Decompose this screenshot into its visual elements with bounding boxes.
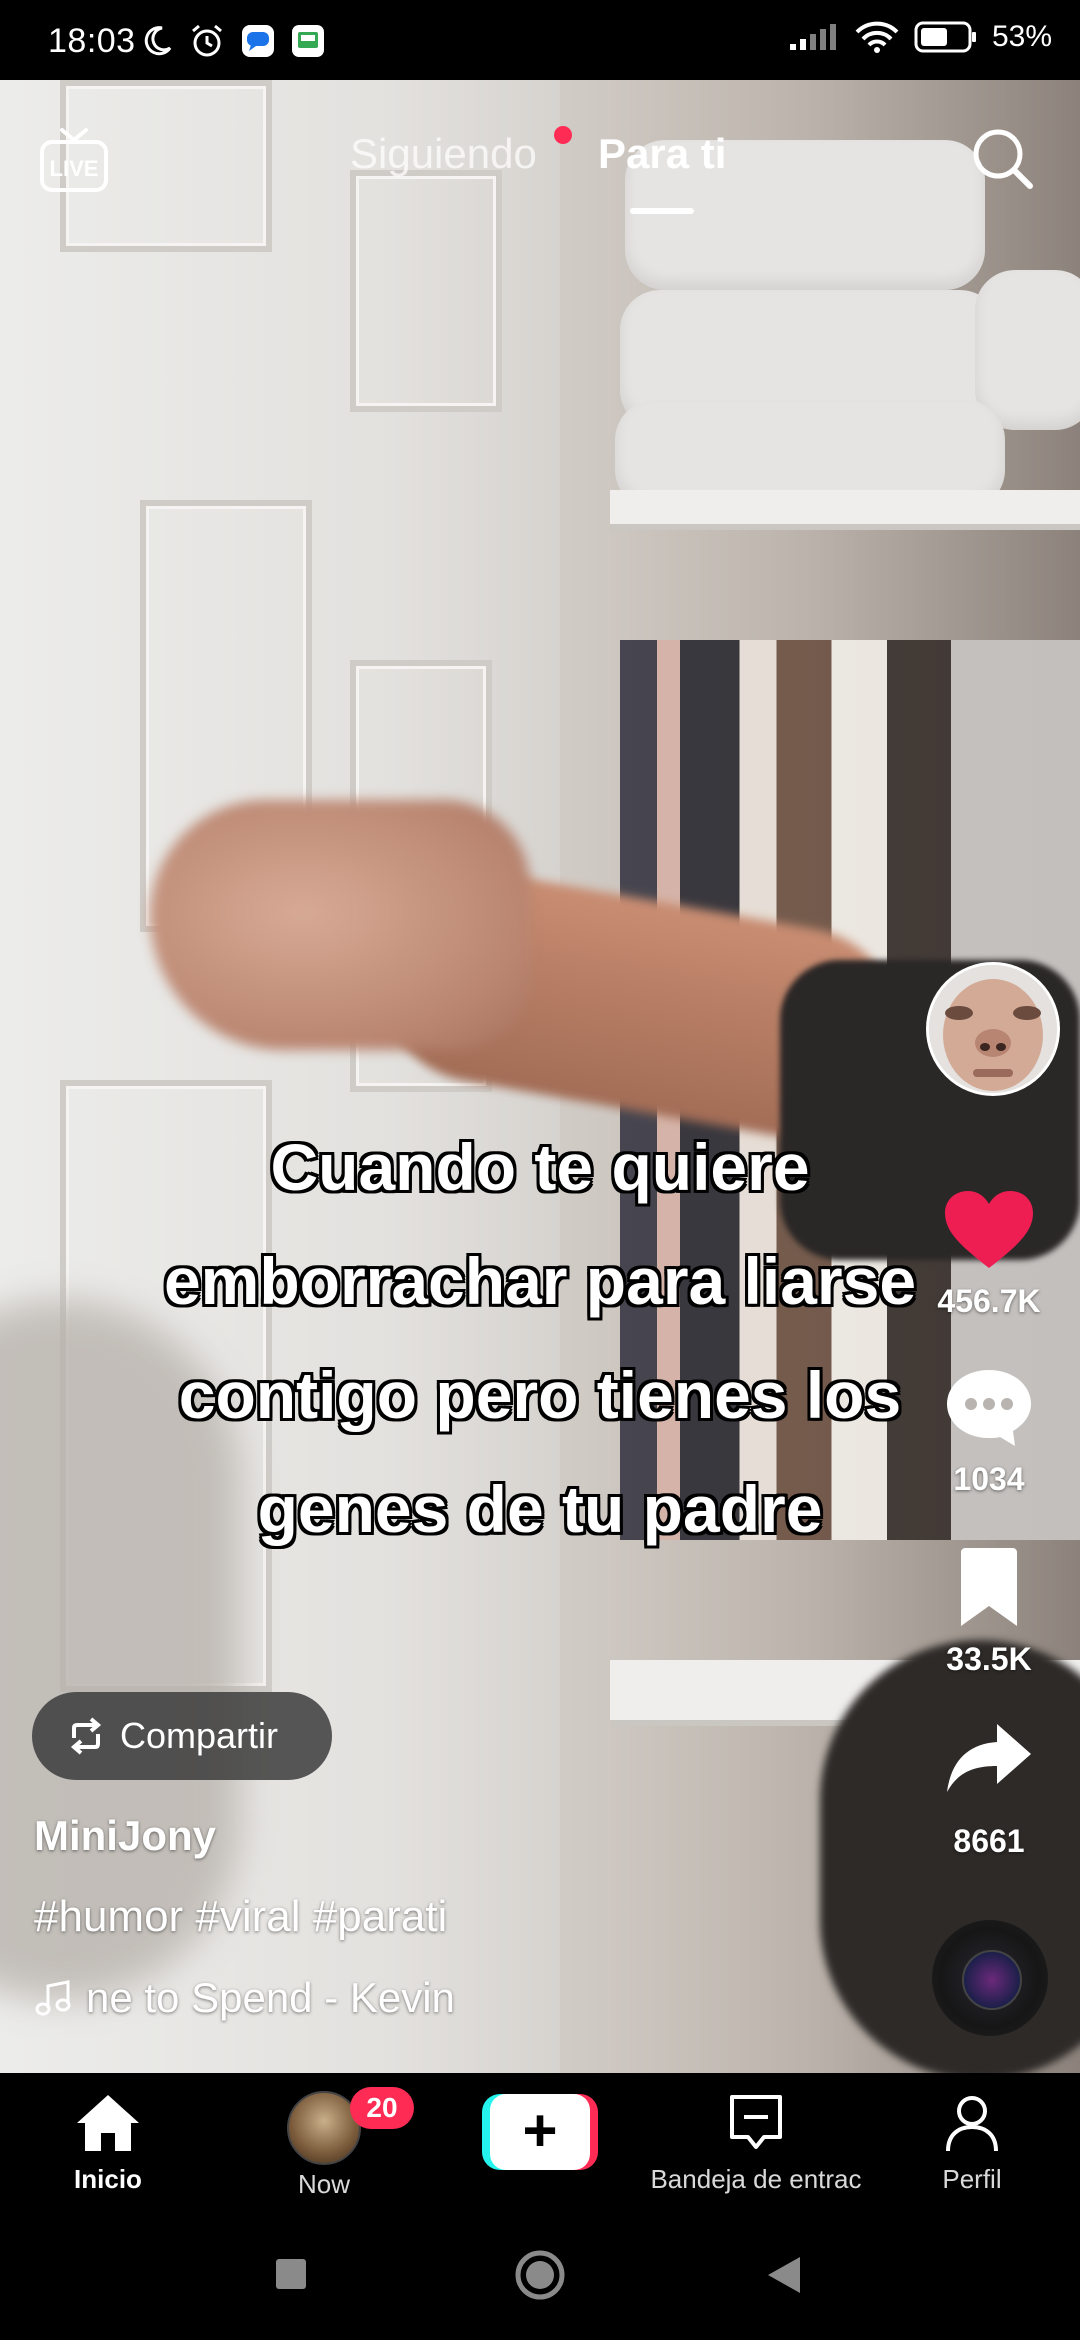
music-row[interactable]: ne to Spend - Kevin — [34, 1974, 455, 2022]
share-count: 8661 — [953, 1823, 1025, 1859]
tab-now-label: Now — [297, 2169, 350, 2199]
system-navigation-bar — [0, 2203, 1080, 2340]
inbox-icon — [730, 2095, 782, 2149]
bookmark-count: 33.5K — [946, 1641, 1032, 1677]
status-bar: 18:03 53% — [0, 0, 1080, 80]
status-time: 18:03 — [48, 22, 136, 60]
tab-bandeja[interactable]: Bandeja de entrac — [650, 2091, 862, 2195]
profile-icon — [946, 2096, 998, 2152]
notification-badge: 20 — [350, 2087, 414, 2129]
music-cover-icon — [962, 1950, 1022, 2010]
bookmark-button[interactable]: 33.5K — [924, 1546, 1054, 1678]
tab-perfil-label: Perfil — [942, 2164, 1002, 2194]
new-content-dot — [554, 126, 572, 144]
creator-avatar[interactable] — [926, 962, 1060, 1096]
search-icon — [973, 129, 1033, 189]
messages-icon — [242, 25, 274, 57]
plus-icon: + — [490, 2094, 590, 2170]
music-note-icon — [35, 1980, 71, 2016]
home-icon — [77, 2095, 139, 2151]
heart-icon — [945, 1191, 1033, 1268]
recents-icon[interactable] — [274, 2257, 308, 2291]
tab-para-ti[interactable]: Para ti — [598, 130, 726, 178]
signal-icon — [789, 24, 836, 50]
face-image — [929, 965, 1057, 1093]
battery-percent: 53% — [991, 20, 1052, 53]
screen-icon — [292, 25, 324, 57]
home-circle-icon[interactable] — [512, 2247, 568, 2303]
feed-tabs: Siguiendo Para ti — [0, 126, 1080, 214]
creator-username[interactable]: MiniJony — [34, 1812, 216, 1860]
compartir-button[interactable]: Compartir — [32, 1692, 332, 1780]
comment-button[interactable]: 1034 — [924, 1366, 1054, 1498]
tab-inicio-label: Inicio — [74, 2164, 142, 2194]
tab-now[interactable]: 20 Now — [224, 2087, 424, 2200]
comment-icon — [947, 1370, 1031, 1446]
tab-siguiendo[interactable]: Siguiendo — [350, 130, 537, 178]
battery-icon — [914, 21, 976, 53]
bookmark-icon — [961, 1548, 1017, 1626]
repost-icon — [70, 1717, 102, 1755]
active-tab-indicator — [630, 208, 694, 214]
compartir-label: Compartir — [120, 1715, 279, 1756]
moon-icon — [144, 26, 172, 56]
search-button[interactable] — [968, 124, 1038, 194]
video-caption: Cuando te quiere emborrachar para liarse… — [163, 1130, 917, 1546]
like-button[interactable]: 456.7K — [924, 1188, 1054, 1320]
tab-bandeja-label: Bandeja de entrac — [650, 2164, 862, 2194]
back-icon[interactable] — [764, 2255, 804, 2295]
share-arrow-icon — [947, 1724, 1031, 1792]
like-count: 456.7K — [937, 1283, 1041, 1319]
tab-perfil[interactable]: Perfil — [872, 2091, 1072, 2195]
create-video-button[interactable]: + — [482, 2094, 598, 2170]
tab-inicio[interactable]: Inicio — [8, 2091, 208, 2195]
music-disc[interactable] — [932, 1920, 1048, 2036]
music-title: ne to Spend - Kevin — [86, 1974, 455, 2021]
comment-count: 1034 — [953, 1461, 1025, 1497]
alarm-icon — [192, 24, 222, 57]
wifi-icon — [855, 21, 899, 53]
video-hashtags[interactable]: #humor #viral #parati — [34, 1892, 447, 1942]
share-button[interactable]: 8661 — [924, 1718, 1054, 1860]
fist — [150, 800, 530, 1050]
